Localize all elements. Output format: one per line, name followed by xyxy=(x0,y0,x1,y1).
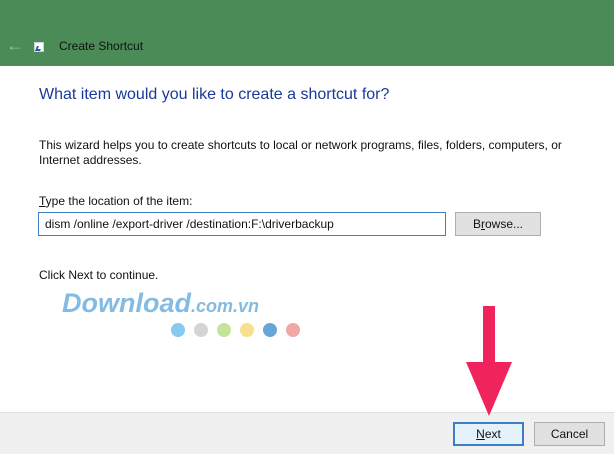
arrow-head xyxy=(466,362,512,416)
wizard-footer: Next Cancel xyxy=(0,412,614,454)
browse-label-start: B xyxy=(472,217,481,231)
shortcut-icon xyxy=(34,42,44,52)
location-label-text: ype the location of the item: xyxy=(45,194,193,208)
location-label-mnemonic: T xyxy=(39,194,46,208)
location-label: Type the location of the item: xyxy=(39,194,192,208)
watermark-dot xyxy=(286,323,300,337)
watermark-dot xyxy=(194,323,208,337)
watermark-logo: Download.com.vn xyxy=(62,288,259,319)
next-button[interactable]: Next xyxy=(453,422,524,446)
title-bar: ← Create Shortcut xyxy=(0,0,614,66)
pointer-arrow-icon xyxy=(466,306,512,416)
watermark-dot xyxy=(240,323,254,337)
watermark-text: Download xyxy=(62,288,191,318)
back-arrow-icon[interactable]: ← xyxy=(4,34,26,56)
next-label-rest: ext xyxy=(484,427,501,441)
page-heading: What item would you like to create a sho… xyxy=(39,86,390,103)
create-shortcut-window: ← Create Shortcut What item would you li… xyxy=(0,0,614,454)
watermark-dot xyxy=(217,323,231,337)
watermark-suffix: .com.vn xyxy=(191,296,260,316)
browse-button[interactable]: Browse... xyxy=(455,212,541,236)
cancel-button[interactable]: Cancel xyxy=(534,422,605,446)
next-label-mnemonic: N xyxy=(476,427,485,441)
continue-hint: Click Next to continue. xyxy=(39,268,159,282)
arrow-shaft xyxy=(483,306,495,368)
wizard-content: What item would you like to create a sho… xyxy=(0,66,614,412)
watermark-dot xyxy=(263,323,277,337)
window-title: Create Shortcut xyxy=(59,39,144,53)
wizard-description: This wizard helps you to create shortcut… xyxy=(39,138,562,167)
location-input[interactable] xyxy=(38,212,446,236)
watermark-dot xyxy=(171,323,185,337)
browse-label-rest: owse... xyxy=(485,217,524,231)
